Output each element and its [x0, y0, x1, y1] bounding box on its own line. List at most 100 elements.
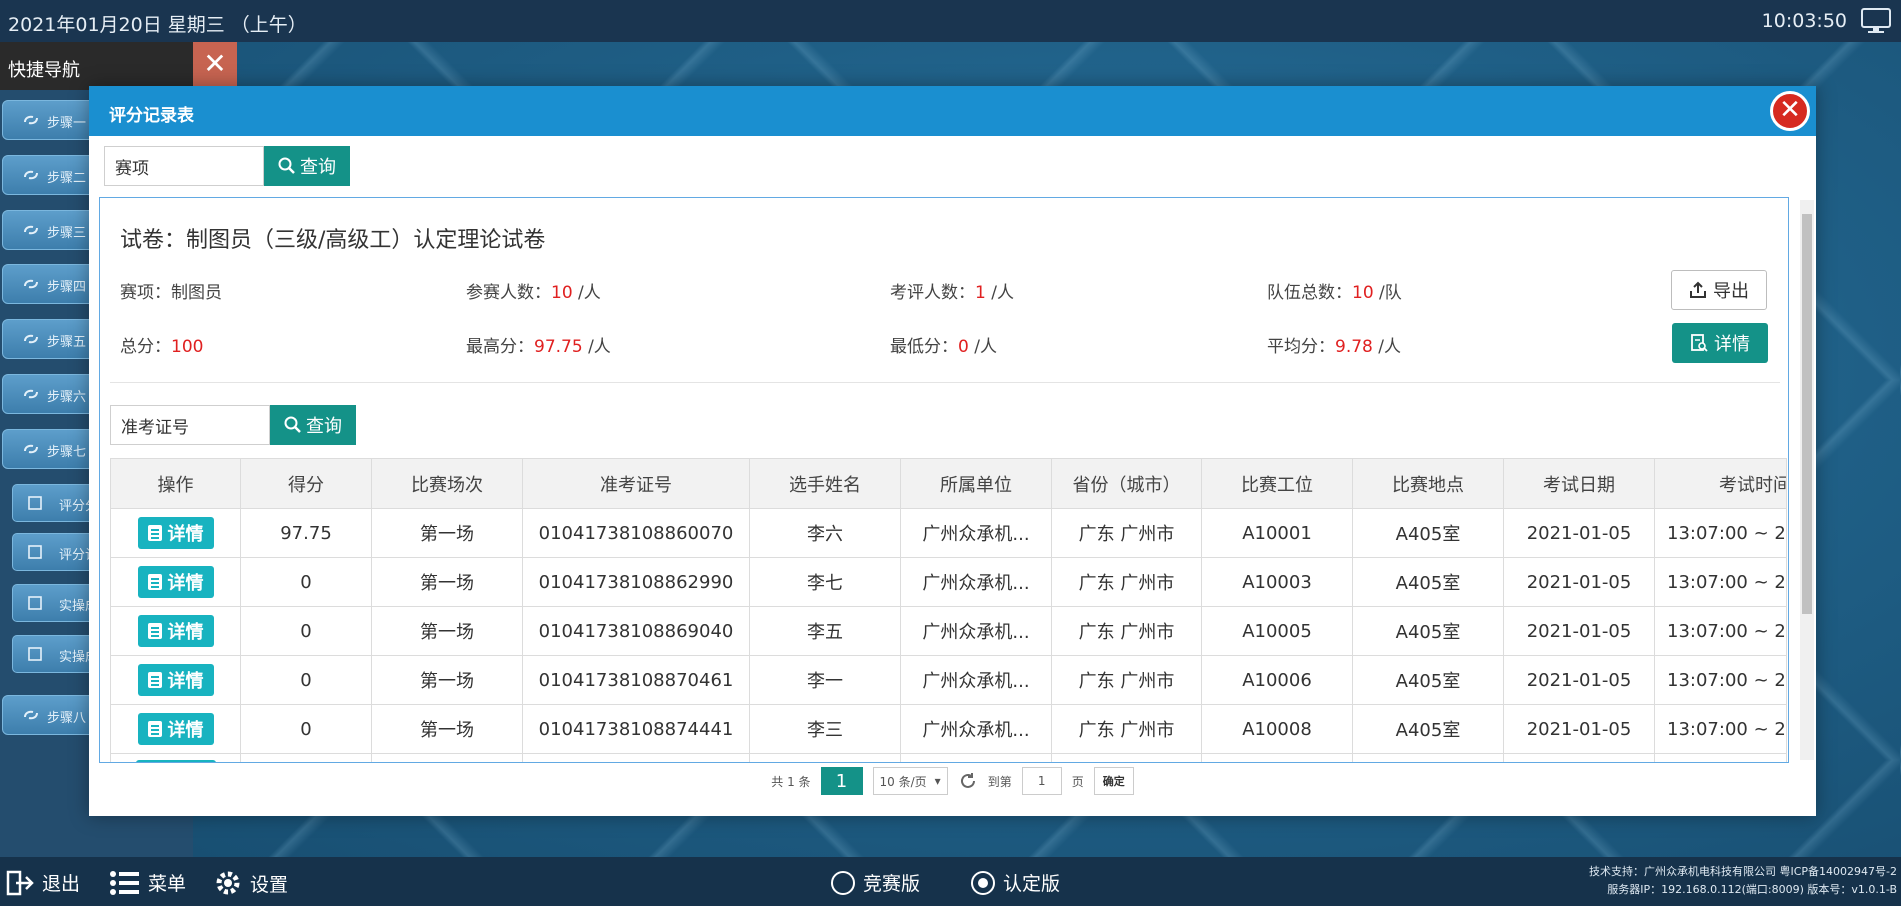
- document-icon: [28, 647, 42, 661]
- table-cell: 第一场: [371, 704, 523, 754]
- row-detail-button[interactable]: 详情: [137, 713, 214, 745]
- row-action-cell: 详情: [110, 704, 241, 754]
- table-cell: 01041738108869040: [522, 606, 750, 656]
- table-cell: 01041738108874441: [522, 704, 750, 754]
- table-cell: 广州众承机...: [900, 557, 1052, 607]
- chevron-down-icon: ▾: [934, 774, 941, 788]
- table-cell: 97.75: [240, 508, 372, 558]
- table-cell: 第一场: [371, 508, 523, 558]
- table-cell: 2021-01-05: [1503, 606, 1655, 656]
- table-cell: 李六: [749, 508, 901, 558]
- exit-button[interactable]: 退出: [6, 869, 80, 896]
- link-icon: [24, 170, 38, 180]
- column-header: 省份（城市）: [1051, 458, 1202, 509]
- table-cell: 13:07:00 ~ 2: [1654, 508, 1787, 558]
- column-header: 操作: [110, 458, 241, 509]
- table-row: 详情 0 第一场 01041738108874441 李三 广州众承机... 广东 广州市 A…: [110, 704, 1787, 754]
- event-info: 赛项：制图员: [120, 283, 222, 303]
- column-header: 比赛场次: [371, 458, 523, 509]
- current-page-button[interactable]: 1: [820, 767, 863, 795]
- gear-icon: [216, 871, 240, 895]
- min-score-info: 最低分：0 /人: [890, 337, 997, 357]
- refresh-icon[interactable]: [958, 771, 978, 791]
- table-cell: 13:07:00 ~ 2: [1654, 655, 1787, 705]
- event-search-bar: 赛项 查询: [104, 146, 350, 186]
- column-header: 所属单位: [900, 458, 1052, 509]
- mode-certify-radio[interactable]: 认定版: [971, 869, 1060, 896]
- table-cell: A10008: [1201, 704, 1353, 754]
- link-icon: [24, 115, 38, 125]
- row-detail-button[interactable]: 详情: [137, 664, 214, 696]
- table-cell: 第一场: [371, 655, 523, 705]
- menu-button[interactable]: 菜单: [110, 869, 186, 896]
- document-icon: [147, 672, 162, 688]
- table-cell: 13:07:00 ~ 2: [1654, 606, 1787, 656]
- table-cell: 李一: [749, 655, 901, 705]
- event-search-input[interactable]: 赛项: [104, 146, 264, 186]
- max-score-info: 最高分：97.75 /人: [466, 337, 611, 357]
- teams-info: 队伍总数：10 /队: [1267, 283, 1402, 303]
- table-cell: 广东 广州市: [1051, 655, 1202, 705]
- table-cell: A405室: [1352, 655, 1504, 705]
- exit-icon: [6, 870, 34, 895]
- page-unit-label: 页: [1071, 774, 1084, 789]
- link-icon: [24, 334, 38, 344]
- row-action-cell: 详情: [110, 655, 241, 705]
- settings-button[interactable]: 设置: [214, 869, 288, 897]
- page-size-select[interactable]: 10 条/页 ▾: [872, 767, 948, 795]
- table-cell: 第一场: [371, 606, 523, 656]
- table-cell: A405室: [1352, 557, 1504, 607]
- footer-info: 技术支持：广州众承机电科技有限公司 粤ICP备14002947号-2 服务器IP…: [1589, 863, 1897, 899]
- event-search-button[interactable]: 查询: [264, 146, 350, 186]
- table-cell: 01041738108860070: [522, 508, 750, 558]
- document-icon: [147, 525, 162, 541]
- table-row-partial: [110, 753, 1787, 762]
- table-cell: 广州众承机...: [900, 606, 1052, 656]
- monitor-icon[interactable]: [1859, 6, 1895, 36]
- table-cell: 01041738108870461: [522, 655, 750, 705]
- row-detail-button[interactable]: 详情: [137, 566, 214, 598]
- column-header: 比赛工位: [1201, 458, 1353, 509]
- summary-detail-button[interactable]: 详情: [1672, 323, 1768, 363]
- column-header: 选手姓名: [749, 458, 901, 509]
- server-info: 服务器IP：192.168.0.112(端口:8009) 版本号：v1.0.1-…: [1607, 883, 1897, 896]
- mode-competition-radio[interactable]: 竞赛版: [831, 869, 920, 896]
- row-detail-button[interactable]: 详情: [137, 615, 214, 647]
- table-cell: 李五: [749, 606, 901, 656]
- goto-page-input[interactable]: 1: [1021, 767, 1062, 795]
- table-row: 详情 0 第一场 01041738108862990 李七 广州众承机... 广东 广州市 A…: [110, 557, 1787, 607]
- reviewers-info: 考评人数：1 /人: [890, 283, 1014, 303]
- menu-icon: [110, 870, 139, 895]
- upload-icon: [1690, 281, 1706, 298]
- score-table: 操作 得分 比赛场次 准考证号 选手姓名 所属单位 省份（城市） 比赛工位 比赛地点 考试日期 考试…: [110, 458, 1787, 762]
- divider: [110, 382, 1780, 383]
- table-cell: 2021-01-05: [1503, 655, 1655, 705]
- quick-nav-close-button[interactable]: ✕: [193, 42, 237, 86]
- close-icon[interactable]: ✕: [1770, 91, 1810, 131]
- table-row: 详情 0 第一场 01041738108869040 李五 广州众承机... 广东 广州市 A…: [110, 606, 1787, 656]
- ticket-search-label: 查询: [306, 416, 342, 437]
- row-action-cell: 详情: [110, 508, 241, 558]
- paper-title: 试卷：制图员（三级/高级工）认定理论试卷: [120, 228, 546, 253]
- goto-confirm-button[interactable]: 确定: [1093, 767, 1134, 795]
- table-cell: 广州众承机...: [900, 704, 1052, 754]
- panel-scrollbar[interactable]: [1800, 200, 1814, 760]
- dialog-title: 评分记录表: [89, 86, 1816, 136]
- table-cell: 0: [240, 606, 372, 656]
- date-label: 2021年01月20日 星期三 （上午）: [8, 14, 307, 36]
- total-score-info: 总分：100: [120, 337, 204, 357]
- table-cell: A10005: [1201, 606, 1353, 656]
- table-cell: 李三: [749, 704, 901, 754]
- ticket-search-button[interactable]: 查询: [270, 405, 356, 445]
- table-cell: 广东 广州市: [1051, 704, 1202, 754]
- document-icon: [28, 596, 42, 610]
- table-cell: 广东 广州市: [1051, 606, 1202, 656]
- table-cell: 2021-01-05: [1503, 508, 1655, 558]
- row-detail-button[interactable]: 详情: [137, 517, 214, 549]
- table-row: 详情 97.75 第一场 01041738108860070 李六 广州众承机... 广东 …: [110, 508, 1787, 558]
- ticket-search-input[interactable]: 准考证号: [110, 405, 270, 445]
- link-icon: [24, 444, 38, 454]
- table-cell: 广州众承机...: [900, 508, 1052, 558]
- export-button[interactable]: 导出: [1671, 270, 1767, 310]
- table-cell: 0: [240, 557, 372, 607]
